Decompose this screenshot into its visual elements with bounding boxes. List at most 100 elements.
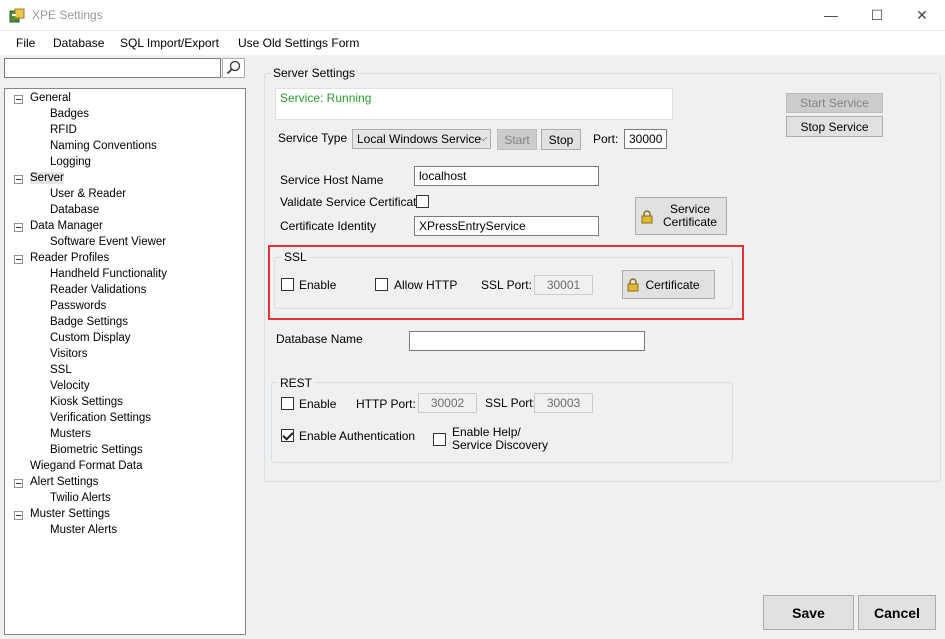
database-name-input[interactable] xyxy=(409,331,645,351)
start-button[interactable]: Start xyxy=(497,129,537,150)
service-host-name-input[interactable]: localhost xyxy=(414,166,599,186)
tree-item-label: Visitors xyxy=(50,348,88,360)
tree-item-user-reader[interactable]: User & Reader xyxy=(50,186,126,202)
tree-item-label: Verification Settings xyxy=(50,412,152,424)
validate-certificate-checkbox[interactable] xyxy=(416,195,429,208)
tree-item-software-event-viewer[interactable]: Software Event Viewer xyxy=(50,234,166,250)
tree-item-label: Biometric Settings xyxy=(50,444,143,456)
tree-item-label: Velocity xyxy=(50,380,90,392)
menu-sql-import-export[interactable]: SQL Import/Export xyxy=(120,36,219,50)
tree-item-ssl[interactable]: SSL xyxy=(50,362,72,378)
ssl-enable-checkbox[interactable] xyxy=(281,278,294,291)
window-title: XPE Settings xyxy=(32,8,103,22)
tree-item-muster-settings[interactable]: Muster Settings xyxy=(30,506,110,522)
ssl-group-title: SSL xyxy=(282,250,309,264)
ssl-certificate-button[interactable]: Certificate xyxy=(622,270,715,299)
menu-database[interactable]: Database xyxy=(53,36,104,50)
tree-item-label: Handheld Functionality xyxy=(50,268,167,280)
tree-item-label: Kiosk Settings xyxy=(50,396,123,408)
search-button[interactable] xyxy=(222,58,245,78)
tree-item-label: Software Event Viewer xyxy=(50,236,167,248)
tree-item-badges[interactable]: Badges xyxy=(50,106,89,122)
collapse-reader-profiles-icon[interactable] xyxy=(14,255,23,264)
service-certificate-label: Service Certificate xyxy=(663,203,717,229)
tree-item-label: Wiegand Format Data xyxy=(30,460,143,472)
tree-item-wiegand-format-data[interactable]: Wiegand Format Data xyxy=(30,458,143,474)
rest-ssl-port-input[interactable]: 30003 xyxy=(534,393,593,413)
stop-service-button[interactable]: Stop Service xyxy=(786,116,883,137)
http-port-input[interactable]: 30002 xyxy=(418,393,477,413)
tree-item-rfid[interactable]: RFID xyxy=(50,122,77,138)
tree-item-naming-conventions[interactable]: Naming Conventions xyxy=(50,138,157,154)
collapse-alert-settings-icon[interactable] xyxy=(14,479,23,488)
tree-item-database[interactable]: Database xyxy=(50,202,99,218)
enable-authentication-checkbox[interactable] xyxy=(281,429,294,442)
collapse-muster-settings-icon[interactable] xyxy=(14,511,23,520)
tree-item-custom-display[interactable]: Custom Display xyxy=(50,330,131,346)
cancel-button[interactable]: Cancel xyxy=(858,595,936,630)
service-type-value: Local Windows Service xyxy=(357,132,482,146)
search-input[interactable] xyxy=(4,58,221,78)
start-service-button[interactable]: Start Service xyxy=(786,93,883,113)
http-port-label: HTTP Port: xyxy=(356,397,416,411)
close-button[interactable]: ✕ xyxy=(899,0,945,31)
tree-item-label: Badge Settings xyxy=(50,316,129,328)
tree-item-general[interactable]: General xyxy=(30,90,71,106)
tree-item-label: Muster Settings xyxy=(30,508,110,520)
server-settings-title: Server Settings xyxy=(271,66,358,80)
tree-item-twilio-alerts[interactable]: Twilio Alerts xyxy=(50,490,111,506)
rest-enable-checkbox[interactable] xyxy=(281,397,294,410)
stop-button[interactable]: Stop xyxy=(541,129,581,150)
ssl-certificate-label: Certificate xyxy=(645,277,700,292)
tree-item-reader-profiles[interactable]: Reader Profiles xyxy=(30,250,109,266)
collapse-server-icon[interactable] xyxy=(14,175,23,184)
tree-item-kiosk-settings[interactable]: Kiosk Settings xyxy=(50,394,123,410)
tree-item-label: Logging xyxy=(50,156,91,168)
service-certificate-line2: Certificate xyxy=(662,215,718,229)
tree-item-alert-settings[interactable]: Alert Settings xyxy=(30,474,98,490)
maximize-button[interactable]: ☐ xyxy=(854,0,900,31)
tree-item-label: Twilio Alerts xyxy=(50,492,111,504)
tree-item-label: Data Manager xyxy=(30,220,103,232)
tree-item-biometric-settings[interactable]: Biometric Settings xyxy=(50,442,143,458)
enable-help-checkbox[interactable] xyxy=(433,433,446,446)
tree-item-label: RFID xyxy=(50,124,77,136)
tree-item-label: Muster Alerts xyxy=(50,524,118,536)
allow-http-label: Allow HTTP xyxy=(394,278,458,292)
menu-use-old-settings-form[interactable]: Use Old Settings Form xyxy=(238,36,359,50)
allow-http-checkbox[interactable] xyxy=(375,278,388,291)
port-label: Port: xyxy=(593,132,619,146)
tree-item-label: Passwords xyxy=(50,300,107,312)
tree-item-badge-settings[interactable]: Badge Settings xyxy=(50,314,128,330)
certificate-identity-input[interactable]: XPressEntryService xyxy=(414,216,599,236)
menu-file[interactable]: File xyxy=(16,36,35,50)
chevron-down-icon: ⌵ xyxy=(479,133,487,144)
tree-item-velocity[interactable]: Velocity xyxy=(50,378,90,394)
service-type-select[interactable]: Local Windows Service ⌵ xyxy=(352,129,491,149)
collapse-general-icon[interactable] xyxy=(14,95,23,104)
collapse-data-manager-icon[interactable] xyxy=(14,223,23,232)
tree-item-server[interactable]: Server xyxy=(30,170,64,186)
save-button[interactable]: Save xyxy=(763,595,854,630)
tree-item-label: Musters xyxy=(50,428,91,440)
tree-item-data-manager[interactable]: Data Manager xyxy=(30,218,103,234)
service-certificate-button[interactable]: Service Certificate xyxy=(635,197,727,235)
ssl-port-input[interactable]: 30001 xyxy=(534,275,593,295)
rest-ssl-port-label: SSL Port: xyxy=(485,396,536,410)
tree-item-musters[interactable]: Musters xyxy=(50,426,91,442)
lock-icon xyxy=(627,278,639,292)
settings-tree: General Badges RFID Naming Conventions L… xyxy=(4,88,246,635)
tree-item-muster-alerts[interactable]: Muster Alerts xyxy=(50,522,117,538)
tree-item-passwords[interactable]: Passwords xyxy=(50,298,106,314)
service-status-box: Service: Running xyxy=(275,88,673,120)
port-input[interactable]: 30000 xyxy=(624,129,667,149)
tree-item-reader-validations[interactable]: Reader Validations xyxy=(50,282,146,298)
tree-item-handheld-functionality[interactable]: Handheld Functionality xyxy=(50,266,167,282)
service-status-text: Service: Running xyxy=(280,91,372,105)
tree-item-logging[interactable]: Logging xyxy=(50,154,91,170)
validate-certificate-label: Validate Service Certificate xyxy=(280,195,424,209)
tree-item-visitors[interactable]: Visitors xyxy=(50,346,88,362)
tree-item-label: Custom Display xyxy=(50,332,131,344)
minimize-button[interactable]: — xyxy=(808,0,854,31)
tree-item-verification-settings[interactable]: Verification Settings xyxy=(50,410,151,426)
